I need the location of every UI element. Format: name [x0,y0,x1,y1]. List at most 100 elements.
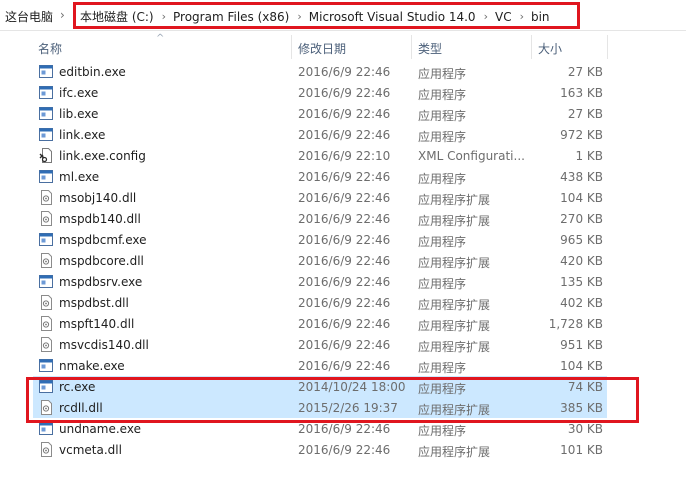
file-modified-date: 2016/6/9 22:46 [298,317,391,331]
column-divider[interactable] [607,35,608,59]
dll-icon [39,316,53,331]
file-name: mspdbcmf.exe [59,233,147,247]
file-row[interactable]: nmake.exe 2016/6/9 22:46 应用程序 104 KB [33,355,607,376]
exe-icon [39,274,53,289]
file-size: 951 KB [560,338,603,352]
dll-icon [39,442,53,457]
dll-icon [39,253,53,268]
file-type: 应用程序 [418,277,467,291]
column-headers: ^ 名称 修改日期 类型 大小 [0,32,686,60]
file-name: msvcdis140.dll [59,338,149,352]
file-size: 1 KB [575,149,603,163]
column-header-name[interactable]: 名称 [38,40,62,57]
file-modified-date: 2016/6/9 22:46 [298,338,391,352]
file-row[interactable]: lib.exe 2016/6/9 22:46 应用程序 27 KB [33,103,607,124]
file-modified-date: 2016/6/9 22:46 [298,443,391,457]
file-modified-date: 2016/6/9 22:46 [298,170,391,184]
column-divider[interactable] [531,35,532,59]
file-name: ml.exe [59,170,100,184]
file-row[interactable]: editbin.exe 2016/6/9 22:46 应用程序 27 KB [33,61,607,82]
address-bar[interactable]: 这台电脑 › 本地磁盘 (C:) › Program Files (x86) ›… [0,0,686,31]
file-name: vcmeta.dll [59,443,122,457]
address-highlight-box [73,2,580,29]
file-type: 应用程序 [418,172,467,186]
file-row[interactable]: msvcdis140.dll 2016/6/9 22:46 应用程序扩展 951 KB [33,334,607,355]
file-size: 1,728 KB [548,317,603,331]
file-name: mspdbst.dll [59,296,129,310]
file-size: 438 KB [560,170,603,184]
file-name: link.exe [59,128,106,142]
file-size: 965 KB [560,233,603,247]
file-modified-date: 2016/6/9 22:46 [298,191,391,205]
column-header-size[interactable]: 大小 [538,40,562,57]
file-row[interactable]: mspdb140.dll 2016/6/9 22:46 应用程序扩展 270 KB [33,208,607,229]
file-size: 402 KB [560,296,603,310]
dll-icon [39,211,53,226]
column-divider[interactable] [411,35,412,59]
file-row[interactable]: link.exe 2016/6/9 22:46 应用程序 972 KB [33,124,607,145]
file-name: nmake.exe [59,359,125,373]
file-type: 应用程序扩展 [418,319,491,333]
column-divider[interactable] [291,35,292,59]
file-name: mspft140.dll [59,317,135,331]
file-size: 101 KB [560,443,603,457]
file-size: 972 KB [560,128,603,142]
file-modified-date: 2016/6/9 22:46 [298,212,391,226]
column-header-date[interactable]: 修改日期 [298,40,346,57]
navigation-pane-edge [0,31,18,481]
file-modified-date: 2016/6/9 22:46 [298,107,391,121]
breadcrumb-separator[interactable]: › [60,8,65,22]
file-type: 应用程序扩展 [418,214,491,228]
file-row[interactable]: mspdbsrv.exe 2016/6/9 22:46 应用程序 135 KB [33,271,607,292]
selection-highlight-box [26,377,639,423]
file-size: 163 KB [560,86,603,100]
breadcrumb-this-pc[interactable]: 这台电脑 [5,8,53,25]
file-row[interactable]: link.exe.config 2016/6/9 22:10 XML Configu… [33,145,607,166]
file-type: 应用程序 [418,109,467,123]
file-row[interactable]: mspdbcore.dll 2016/6/9 22:46 应用程序扩展 420 KB [33,250,607,271]
file-type: XML Configurati... [418,149,525,163]
file-modified-date: 2016/6/9 22:46 [298,233,391,247]
file-row[interactable]: mspft140.dll 2016/6/9 22:46 应用程序扩展 1,728 KB [33,313,607,334]
file-name: lib.exe [59,107,99,121]
exe-icon [39,358,53,373]
file-row[interactable]: mspdbst.dll 2016/6/9 22:46 应用程序扩展 402 KB [33,292,607,313]
file-row[interactable]: vcmeta.dll 2016/6/9 22:46 应用程序扩展 101 KB [33,439,607,460]
file-modified-date: 2016/6/9 22:46 [298,296,391,310]
file-size: 27 KB [567,65,603,79]
file-size: 27 KB [567,107,603,121]
file-name: undname.exe [59,422,141,436]
file-row[interactable]: ml.exe 2016/6/9 22:46 应用程序 438 KB [33,166,607,187]
file-size: 104 KB [560,191,603,205]
exe-icon [39,421,53,436]
file-modified-date: 2016/6/9 22:46 [298,128,391,142]
exe-icon [39,85,53,100]
file-name: link.exe.config [59,149,146,163]
file-name: editbin.exe [59,65,126,79]
file-size: 104 KB [560,359,603,373]
file-modified-date: 2016/6/9 22:10 [298,149,391,163]
file-row[interactable]: mspdbcmf.exe 2016/6/9 22:46 应用程序 965 KB [33,229,607,250]
file-type: 应用程序 [418,361,467,375]
file-size: 135 KB [560,275,603,289]
exe-icon [39,169,53,184]
sort-ascending-icon: ^ [156,33,165,44]
file-modified-date: 2016/6/9 22:46 [298,86,391,100]
file-modified-date: 2016/6/9 22:46 [298,422,391,436]
file-type: 应用程序扩展 [418,445,491,459]
file-modified-date: 2016/6/9 22:46 [298,65,391,79]
file-type: 应用程序 [418,130,467,144]
file-row[interactable]: ifc.exe 2016/6/9 22:46 应用程序 163 KB [33,82,607,103]
file-size: 270 KB [560,212,603,226]
file-modified-date: 2016/6/9 22:46 [298,359,391,373]
column-header-type[interactable]: 类型 [418,40,442,57]
config-icon [39,148,53,163]
file-row[interactable]: msobj140.dll 2016/6/9 22:46 应用程序扩展 104 KB [33,187,607,208]
file-type: 应用程序 [418,235,467,249]
file-type: 应用程序 [418,67,467,81]
file-type: 应用程序扩展 [418,256,491,270]
file-name: ifc.exe [59,86,99,100]
file-name: msobj140.dll [59,191,137,205]
file-size: 30 KB [567,422,603,436]
file-type: 应用程序扩展 [418,193,491,207]
